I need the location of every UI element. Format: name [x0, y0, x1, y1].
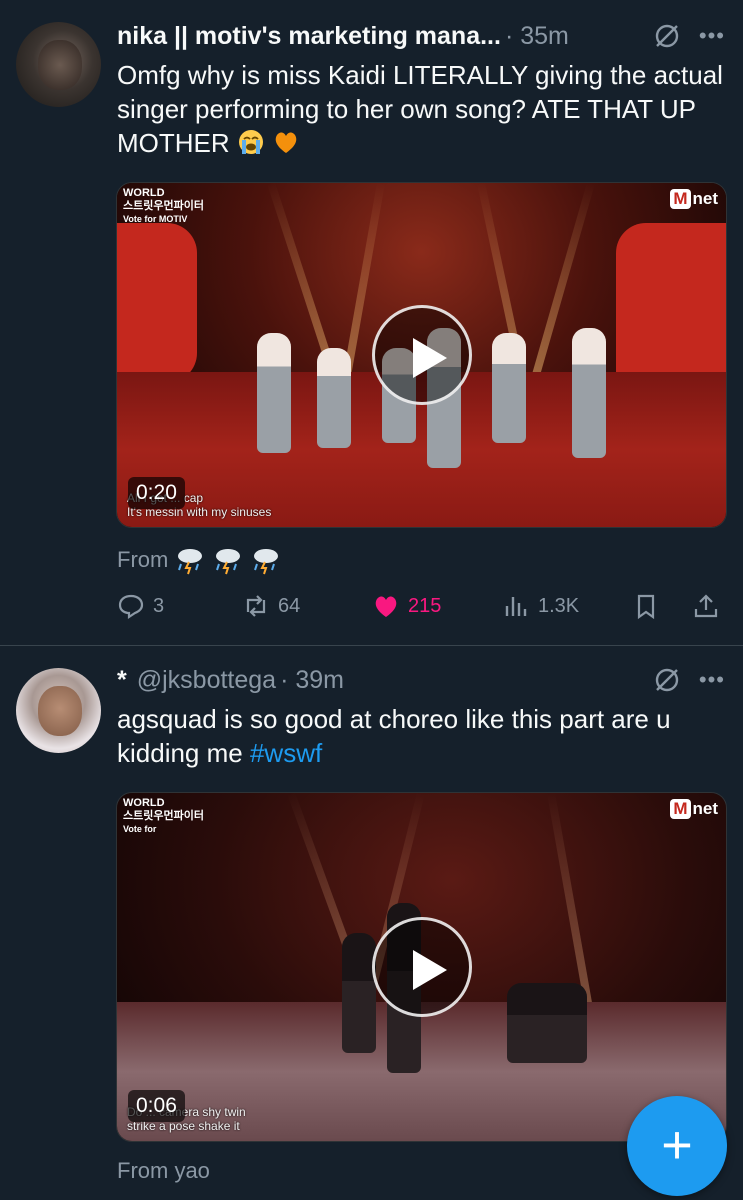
analytics-icon: [505, 597, 527, 616]
tweet-header: * @jksbottega · 39m •••: [117, 662, 725, 698]
stage-panel: [117, 223, 197, 383]
reply-icon: [118, 594, 144, 620]
avatar[interactable]: [16, 668, 101, 753]
bookmark-icon: [637, 594, 655, 620]
share-button[interactable]: [692, 592, 720, 620]
hashtag-link[interactable]: #wswf: [250, 738, 322, 768]
play-button[interactable]: [371, 917, 472, 1017]
plus-icon: +: [661, 1115, 693, 1175]
cloud-with-lightning-and-rain-icon: [178, 549, 203, 575]
video-duration: 0:06: [128, 1090, 185, 1122]
like-count: 215: [408, 594, 442, 617]
display-name[interactable]: *: [117, 666, 127, 695]
retweet-icon: [246, 595, 266, 617]
dancer: [507, 983, 587, 1063]
dancer: [257, 333, 291, 453]
show-logo: WORLD 스트릿우먼파이터 Vote for MOTIV: [123, 187, 204, 224]
orange-heart-icon: [275, 132, 297, 153]
video-player[interactable]: WORLD 스트릿우먼파이터 Vote for MOTIV Mnet All I…: [116, 182, 727, 528]
show-logo: WORLD 스트릿우먼파이터 Vote for: [123, 797, 204, 834]
dancer: [572, 328, 606, 458]
play-button[interactable]: [371, 305, 472, 405]
tweet-1[interactable]: nika || motiv's marketing mana... · 35m …: [0, 0, 743, 645]
avatar-photo: [38, 40, 82, 90]
views-button[interactable]: 1.3K: [502, 592, 579, 620]
cloud-with-lightning-and-rain-icon: [216, 549, 241, 575]
grok-icon[interactable]: [653, 22, 681, 50]
reply-count: 3: [153, 594, 165, 617]
dancer: [342, 933, 376, 1053]
action-bar: 3 64 215 1.3K: [117, 590, 725, 622]
from-label: From: [117, 544, 282, 576]
like-button[interactable]: 215: [372, 592, 441, 620]
display-name[interactable]: nika || motiv's marketing mana...: [117, 22, 501, 51]
reply-button[interactable]: 3: [117, 592, 164, 620]
retweet-button[interactable]: 64: [242, 592, 300, 620]
handle[interactable]: @jksbottega: [137, 666, 276, 695]
retweet-count: 64: [278, 594, 301, 617]
avatar[interactable]: [16, 22, 101, 107]
dancer: [317, 348, 351, 448]
from-label: From yao: [117, 1158, 210, 1183]
timestamp[interactable]: · 39m: [280, 666, 344, 695]
more-icon[interactable]: •••: [699, 667, 725, 693]
tweet-text: Omfg why is miss Kaidi LITERALLY giving …: [117, 60, 723, 158]
mnet-logo: Mnet: [670, 799, 718, 819]
tweet-header: nika || motiv's marketing mana... · 35m …: [117, 18, 725, 54]
dancer: [492, 333, 526, 443]
video-player[interactable]: WORLD 스트릿우먼파이터 Vote for Mnet Do ... came…: [116, 792, 727, 1142]
loudly-crying-face-icon: [238, 130, 263, 154]
timestamp[interactable]: · 35m: [505, 22, 569, 51]
tweet-text: agsquad is so good at choreo like this p…: [117, 704, 671, 768]
more-icon[interactable]: •••: [699, 23, 725, 49]
heart-filled-icon: [375, 596, 397, 617]
mnet-logo: Mnet: [670, 189, 718, 209]
grok-icon[interactable]: [653, 666, 681, 694]
avatar-photo: [38, 686, 82, 736]
video-duration: 0:20: [128, 477, 185, 509]
compose-button[interactable]: +: [627, 1096, 727, 1196]
share-icon: [694, 594, 718, 618]
bookmark-button[interactable]: [632, 592, 660, 620]
view-count: 1.3K: [538, 594, 580, 617]
cloud-with-lightning-and-rain-icon: [254, 549, 279, 575]
